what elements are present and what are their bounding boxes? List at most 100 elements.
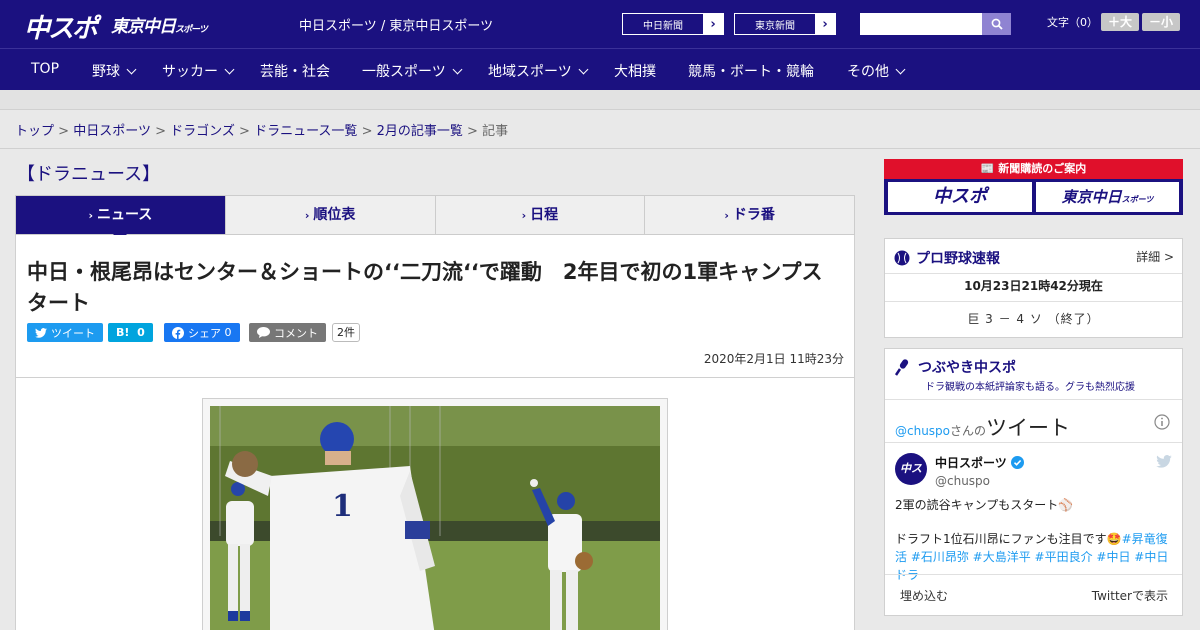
chevron-down-icon xyxy=(224,64,235,75)
published-date: 2020年2月1日 11時23分 xyxy=(703,352,844,366)
nav-label: 競馬・ボート・競輪 xyxy=(688,64,814,80)
chevron-down-icon xyxy=(452,64,463,75)
comment-count[interactable]: 2件 xyxy=(332,323,360,342)
subscription-header: 📰 新聞購読のご案内 xyxy=(884,159,1183,179)
microphone-icon xyxy=(894,359,909,376)
tab-standings[interactable]: › 順位表 xyxy=(226,196,436,234)
tokyo-chunichi-logo[interactable]: 東京中日スポーツ xyxy=(111,12,208,37)
nav-item-baseball[interactable]: 野球 xyxy=(92,61,137,81)
nav-item-entertainment[interactable]: 芸能・社会 xyxy=(260,61,330,81)
baseball-practice-photo: 1 xyxy=(210,406,660,630)
nav-label: 大相撲 xyxy=(614,64,656,80)
breadcrumb-separator: > xyxy=(467,124,478,139)
chunichi-shimbun-link[interactable]: 中日新聞 › xyxy=(622,13,724,35)
tab-label: ニュース xyxy=(96,207,153,223)
info-icon[interactable] xyxy=(1154,414,1170,430)
chuspo-logo[interactable]: 中スポ xyxy=(24,8,98,45)
scores-detail-link[interactable]: 詳細 > xyxy=(1136,248,1174,265)
chunichi-shimbun-label: 中日新聞 xyxy=(643,20,683,32)
facebook-count: 0 xyxy=(224,326,232,339)
view-on-twitter-link[interactable]: Twitterで表示 xyxy=(1092,587,1168,604)
hatena-icon: B! xyxy=(116,326,130,339)
nav-label: サッカー xyxy=(162,64,218,80)
nav-item-soccer[interactable]: サッカー xyxy=(162,61,235,81)
baseball-icon xyxy=(894,250,910,266)
hatena-bookmark-button[interactable]: B! 0 xyxy=(108,323,153,342)
tokyo-shimbun-link[interactable]: 東京新聞 › xyxy=(734,13,836,35)
comment-button[interactable]: コメント xyxy=(249,323,326,342)
nav-item-racing[interactable]: 競馬・ボート・競輪 xyxy=(688,61,814,81)
nav-label: TOP xyxy=(31,61,60,77)
nav-item-local-sports[interactable]: 地域スポーツ xyxy=(488,61,589,81)
nav-label: 野球 xyxy=(92,64,120,80)
nav-item-others[interactable]: その他 xyxy=(847,61,906,81)
section-title: 【ドラニュース】 xyxy=(17,164,161,185)
twitter-bird-icon[interactable] xyxy=(1156,455,1172,468)
breadcrumb-link-february[interactable]: 2月の記事一覧 xyxy=(377,124,463,139)
article-photo[interactable]: 1 xyxy=(210,406,660,630)
breadcrumb-separator: > xyxy=(239,124,250,139)
tweets-heading: @chuspoさんのツイート xyxy=(895,412,1070,442)
hatena-count: 0 xyxy=(137,326,145,339)
search-input[interactable] xyxy=(860,13,982,35)
embed-link[interactable]: 埋め込む xyxy=(900,587,948,604)
tweet-button[interactable]: ツイート xyxy=(27,323,103,342)
tweet-author-name: 中日スポーツ xyxy=(935,456,1007,470)
chevron-down-icon xyxy=(126,64,137,75)
breadcrumb-separator: > xyxy=(361,124,373,139)
font-smaller-button[interactable]: －小 xyxy=(1142,13,1180,31)
breadcrumb-link-chunichi-sports[interactable]: 中日スポーツ xyxy=(73,124,151,139)
section-tabs: › ニュース › 順位表 › 日程 › ドラ番 xyxy=(15,195,855,241)
search-button[interactable] xyxy=(982,13,1011,35)
breadcrumb-link-top[interactable]: トップ xyxy=(15,124,54,139)
tokyo-logo-sub: スポーツ xyxy=(175,25,208,35)
facebook-share-label: シェア xyxy=(188,326,221,340)
nav-label: 一般スポーツ xyxy=(362,64,446,80)
scores-as-of: 10月23日21時42分現在 xyxy=(964,279,1103,293)
nav-label: その他 xyxy=(847,64,889,80)
article: 中日・根尾昂はセンター＆ショートの‘‘二刀流‘‘で躍動 2年目で初の1軍キャンプ… xyxy=(15,235,855,630)
subscription-title: 新聞購読のご案内 xyxy=(998,162,1087,175)
tab-news[interactable]: › ニュース xyxy=(16,196,226,241)
nav-item-general-sports[interactable]: 一般スポーツ xyxy=(362,61,463,81)
avatar[interactable]: 中スポ xyxy=(895,453,927,507)
game-score[interactable]: 巨 3 － 4 ソ （終了） xyxy=(885,301,1182,327)
tweets-title-text: つぶやき中スポ xyxy=(918,360,1016,376)
tab-schedule[interactable]: › 日程 xyxy=(436,196,646,234)
tweet-author[interactable]: 中日スポーツ xyxy=(935,454,1024,471)
tweets-handle-link[interactable]: @chuspo xyxy=(895,424,950,438)
tweets-footer: 埋め込む Twitterで表示 xyxy=(885,574,1182,616)
breadcrumb-separator: > xyxy=(155,124,166,139)
font-size-label: 文字（0） xyxy=(1047,16,1098,29)
breadcrumb-link-dora-news[interactable]: ドラニュース一覧 xyxy=(254,124,357,139)
tab-label: 順位表 xyxy=(313,207,356,223)
top-header: 中スポ 東京中日スポーツ 中日スポーツ / 東京中日スポーツ 中日新聞 › 東京… xyxy=(0,0,1200,48)
nav-item-sumo[interactable]: 大相撲 xyxy=(614,61,656,81)
tweet-line: 2軍の読谷キャンプもスタート⚾ xyxy=(895,498,1074,512)
tab-dora-ban[interactable]: › ドラ番 xyxy=(645,196,854,234)
chevron-down-icon xyxy=(578,64,589,75)
tab-label: ドラ番 xyxy=(732,207,775,223)
subscribe-tokyo-chunichi-button[interactable]: 東京中日スポーツ xyxy=(1036,182,1179,212)
comment-label: コメント xyxy=(274,326,318,340)
chevron-down-icon xyxy=(895,64,906,75)
tweets-title: つぶやき中スポ xyxy=(894,357,1016,377)
breadcrumb-link-dragons[interactable]: ドラゴンズ xyxy=(170,124,235,139)
tweet-author-handle[interactable]: @chuspo xyxy=(935,474,990,488)
facebook-share-button[interactable]: シェア 0 xyxy=(164,323,240,342)
breadcrumb: トップ > 中日スポーツ > ドラゴンズ > ドラニュース一覧 > 2月の記事一… xyxy=(15,120,508,139)
facebook-icon xyxy=(172,326,184,339)
main-nav: TOP 野球 サッカー 芸能・社会 一般スポーツ 地域スポーツ 大相撲 競馬・ボ… xyxy=(0,48,1200,90)
tweet-line-text: ドラフト1位石川昂にファンも注目です🤩 xyxy=(895,532,1122,546)
subscribe-chuspo-button[interactable]: 中スポ xyxy=(888,182,1032,212)
subscribe-tokyo-label: 東京中日 xyxy=(1061,188,1122,206)
breadcrumb-current: 記事 xyxy=(482,124,509,139)
pro-baseball-scores: プロ野球速報 詳細 > 10月23日21時42分現在 巨 3 － 4 ソ （終了… xyxy=(884,238,1183,338)
font-larger-button[interactable]: ＋大 xyxy=(1101,13,1139,31)
nav-label: 芸能・社会 xyxy=(260,64,330,80)
site-title: 中日スポーツ / 東京中日スポーツ xyxy=(299,19,494,34)
scores-title-text: プロ野球速報 xyxy=(916,251,1000,267)
speech-bubble-icon xyxy=(257,327,270,338)
divider xyxy=(885,273,1182,274)
nav-item-top[interactable]: TOP xyxy=(31,61,59,77)
